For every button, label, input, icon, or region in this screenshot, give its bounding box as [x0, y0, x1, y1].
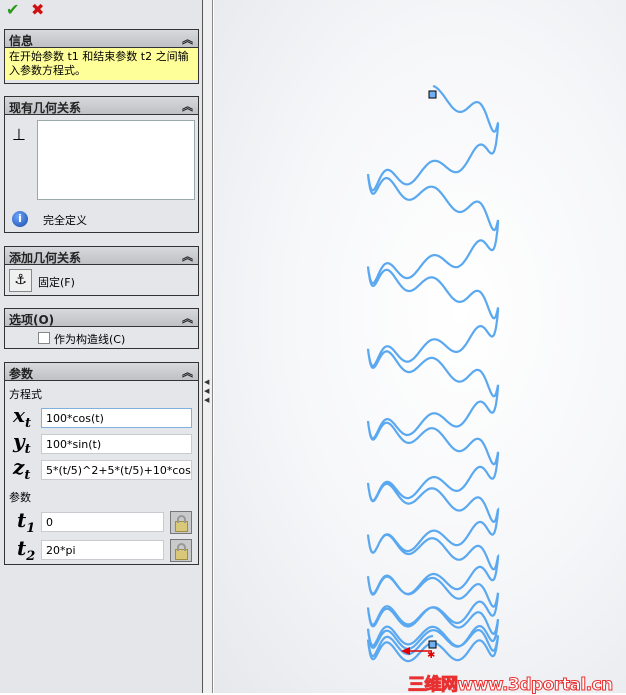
- t2-input[interactable]: 20*pi: [41, 540, 164, 560]
- t2-var: t: [17, 536, 27, 560]
- graphics-viewport[interactable]: ✱ 三维网www.3dportal.cn: [214, 0, 626, 695]
- t2-sub: 2: [26, 549, 36, 564]
- t1-var: t: [17, 508, 27, 532]
- add-title: 添加几何关系: [9, 251, 82, 265]
- construction-checkbox[interactable]: [38, 332, 50, 344]
- ok-check-icon[interactable]: ✔: [6, 0, 19, 19]
- params-header[interactable]: 参数 ︽: [5, 363, 198, 381]
- collapse-chevron-icon[interactable]: ︽: [182, 310, 193, 326]
- end-point-handle[interactable]: [428, 640, 437, 649]
- y-var: y: [13, 429, 25, 453]
- x-equation-input[interactable]: 100*cos(t): [41, 408, 192, 428]
- info-title: 信息: [9, 34, 34, 48]
- z-sub: t: [24, 468, 31, 483]
- construction-label[interactable]: 作为构造线(C): [54, 331, 125, 347]
- collapse-arrows-icon[interactable]: ◀ ◀ ◀: [204, 378, 209, 405]
- info-header[interactable]: 信息 ︽: [5, 30, 198, 48]
- t1-lock-icon[interactable]: [170, 511, 192, 534]
- x-var: x: [13, 403, 25, 427]
- t1-sub: 1: [26, 521, 36, 536]
- options-header[interactable]: 选项(O) ︽: [5, 309, 198, 327]
- origin-star-icon: ✱: [427, 650, 435, 661]
- relations-list[interactable]: [37, 120, 195, 200]
- z-label: zt: [13, 455, 30, 483]
- t1-input[interactable]: 0: [41, 512, 164, 532]
- add-header[interactable]: 添加几何关系 ︽: [5, 247, 198, 265]
- t2-lock-icon[interactable]: [170, 539, 192, 562]
- fix-anchor-icon[interactable]: ⚓: [9, 269, 32, 292]
- info-icon: i: [12, 211, 28, 227]
- y-label: yt: [13, 429, 31, 457]
- x-label: xt: [13, 403, 31, 431]
- start-point-handle[interactable]: [428, 90, 437, 99]
- parameters-section: 参数 ︽ 方程式 xt 100*cos(t) yt 100*sin(t) zt 5…: [4, 362, 199, 565]
- z-equation-input[interactable]: 5*(t/5)^2+5*(t/5)+10*cos(8*t: [41, 460, 192, 480]
- collapse-chevron-icon[interactable]: ︽: [182, 98, 193, 114]
- collapse-chevron-icon[interactable]: ︽: [182, 31, 193, 47]
- existing-relations-section: 现有几何关系 ︽ ⊥ i 完全定义: [4, 96, 199, 233]
- property-manager: ✔ ✖ 信息 ︽ 在开始参数 t1 和结束参数 t2 之间输入参数方程式。 现有几…: [0, 0, 203, 693]
- watermark: 三维网www.3dportal.cn: [408, 675, 614, 695]
- fix-button-label[interactable]: 固定(F): [38, 274, 75, 290]
- panel-splitter[interactable]: ◀ ◀ ◀: [203, 0, 213, 693]
- t2-label: t2: [17, 536, 35, 564]
- status-text: 完全定义: [43, 214, 87, 227]
- equation-label: 方程式: [9, 388, 42, 401]
- helix-curve-canvas: ✱: [366, 84, 500, 663]
- y-equation-input[interactable]: 100*sin(t): [41, 434, 192, 454]
- params-title: 参数: [9, 367, 34, 381]
- existing-title: 现有几何关系: [9, 101, 82, 115]
- z-var: z: [13, 455, 25, 479]
- cancel-close-icon[interactable]: ✖: [31, 0, 44, 19]
- collapse-chevron-icon[interactable]: ︽: [182, 248, 193, 264]
- param-label: 参数: [9, 491, 31, 504]
- collapse-chevron-icon[interactable]: ︽: [182, 364, 193, 380]
- parametric-curve[interactable]: [366, 84, 500, 663]
- t1-label: t1: [17, 508, 35, 536]
- options-title: 选项(O): [9, 313, 55, 327]
- add-relations-section: 添加几何关系 ︽ ⚓ 固定(F): [4, 246, 199, 296]
- options-section: 选项(O) ︽ 作为构造线(C): [4, 308, 199, 349]
- relation-perpendicular-icon: ⊥: [12, 125, 26, 144]
- info-section: 信息 ︽ 在开始参数 t1 和结束参数 t2 之间输入参数方程式。: [4, 29, 199, 84]
- existing-header[interactable]: 现有几何关系 ︽: [5, 97, 198, 115]
- info-text: 在开始参数 t1 和结束参数 t2 之间输入参数方程式。: [5, 48, 198, 80]
